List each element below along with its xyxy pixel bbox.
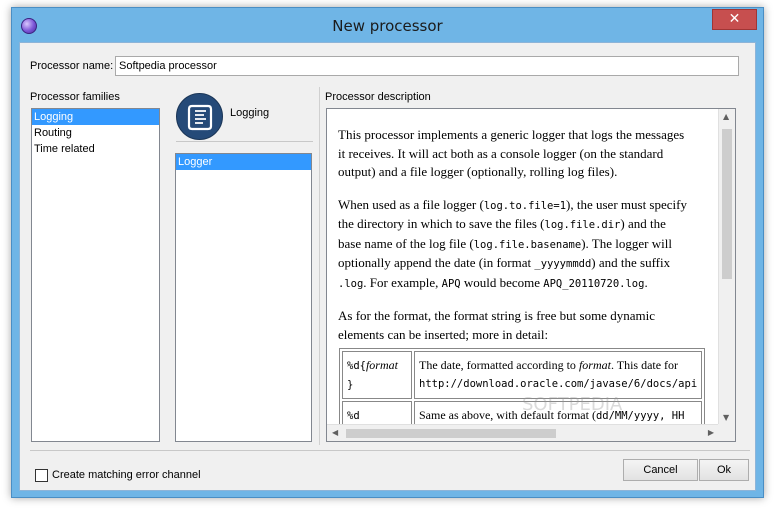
family-item-time-related[interactable]: Time related bbox=[32, 141, 159, 157]
description-paragraph-1: This processor implements a generic logg… bbox=[338, 127, 685, 179]
processor-description-label: Processor description bbox=[325, 91, 431, 103]
scroll-right-icon[interactable]: ▶ bbox=[708, 428, 714, 437]
vertical-scroll-thumb[interactable] bbox=[722, 129, 732, 279]
scroll-icon bbox=[176, 93, 223, 140]
processor-item-logger[interactable]: Logger bbox=[176, 154, 311, 170]
processor-name-input[interactable] bbox=[115, 56, 739, 76]
cancel-button[interactable]: Cancel bbox=[623, 459, 698, 481]
processors-list[interactable]: Logger bbox=[175, 153, 312, 442]
description-paragraph-3: As for the format, the format string is … bbox=[338, 308, 655, 342]
horizontal-scroll-thumb[interactable] bbox=[346, 429, 556, 438]
close-button[interactable]: ✕ bbox=[712, 9, 757, 30]
dialog-client: Processor name: Processor families Loggi… bbox=[19, 42, 756, 491]
scroll-down-icon[interactable]: ▼ bbox=[723, 413, 729, 422]
scroll-up-icon[interactable]: ▲ bbox=[723, 112, 729, 121]
dialog-window: New processor ✕ Processor name: Processo… bbox=[11, 7, 764, 498]
processor-description-panel[interactable]: This processor implements a generic logg… bbox=[326, 108, 736, 442]
description-paragraph-2: When used as a file logger (log.to.file=… bbox=[338, 196, 687, 290]
window-title: New processor bbox=[332, 17, 443, 35]
softpedia-watermark: SOFTPEDIA bbox=[522, 394, 623, 415]
footer-separator bbox=[30, 450, 750, 451]
family-item-routing[interactable]: Routing bbox=[32, 125, 159, 141]
table-row: %d{format} The date, formatted according… bbox=[342, 351, 703, 399]
title-bar[interactable]: New processor ✕ bbox=[12, 8, 763, 42]
error-channel-checkbox[interactable] bbox=[35, 469, 48, 482]
description-content: This processor implements a generic logg… bbox=[327, 109, 719, 425]
processor-families-label: Processor families bbox=[30, 91, 120, 103]
vertical-scrollbar[interactable]: ▲ ▼ bbox=[718, 109, 735, 425]
processor-families-list[interactable]: Logging Routing Time related bbox=[31, 108, 160, 442]
error-channel-label: Create matching error channel bbox=[52, 469, 201, 481]
horizontal-scrollbar[interactable]: ◀ ▶ bbox=[327, 424, 719, 441]
family-separator bbox=[176, 141, 313, 142]
processor-name-label: Processor name: bbox=[30, 60, 114, 72]
selected-family-title: Logging bbox=[230, 107, 270, 119]
scroll-corner bbox=[718, 424, 735, 441]
format-key-cell: %d{format} bbox=[342, 351, 412, 399]
ok-button[interactable]: Ok bbox=[699, 459, 749, 481]
family-item-logging[interactable]: Logging bbox=[32, 109, 159, 125]
format-key-cell: %d bbox=[342, 401, 412, 425]
format-value-cell: The date, formatted according to format.… bbox=[414, 351, 703, 399]
panel-divider bbox=[319, 87, 320, 445]
scroll-left-icon[interactable]: ◀ bbox=[332, 428, 338, 437]
